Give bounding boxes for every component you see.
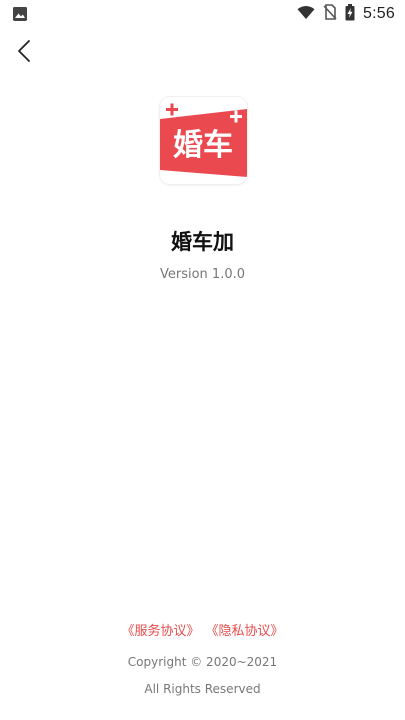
back-button[interactable]	[10, 36, 38, 66]
rights-text: All Rights Reserved	[144, 682, 261, 696]
no-sim-icon	[323, 4, 337, 24]
chevron-left-icon	[18, 40, 30, 62]
agreement-links: 《服务协议》 《隐私协议》	[0, 620, 405, 639]
service-agreement-link[interactable]: 《服务协议》	[121, 624, 199, 639]
app-logo: 婚车	[160, 97, 247, 184]
copyright-text: Copyright © 2020~2021	[127, 655, 278, 669]
status-time: 5:56	[363, 5, 395, 22]
app-version: Version 1.0.0	[159, 267, 245, 282]
wifi-icon	[297, 5, 315, 24]
logo-text: 婚车	[173, 128, 233, 163]
image-icon	[12, 6, 28, 22]
battery-charging-icon	[345, 3, 355, 25]
privacy-agreement-link[interactable]: 《隐私协议》	[206, 624, 284, 639]
status-icons: 5:56	[297, 3, 395, 25]
app-name: 婚车加	[171, 230, 234, 254]
status-bar: 5:56	[0, 0, 405, 28]
